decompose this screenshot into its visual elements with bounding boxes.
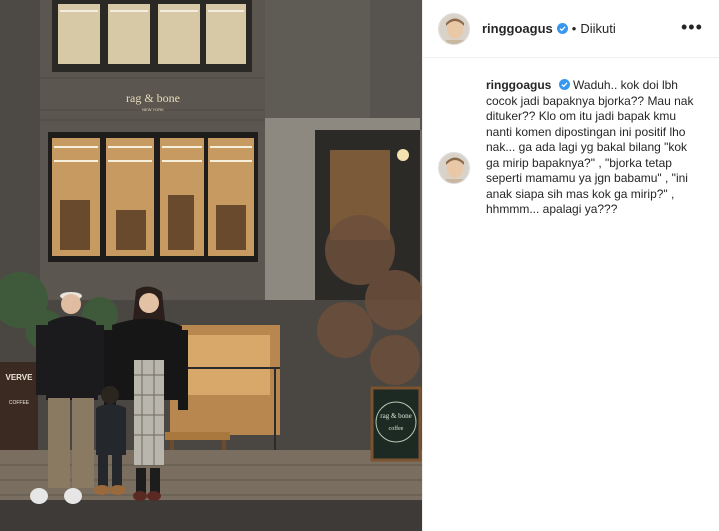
avatar[interactable] bbox=[438, 12, 470, 45]
store-sign: rag & bone bbox=[126, 91, 180, 105]
more-horizontal-icon[interactable]: ••• bbox=[681, 18, 702, 38]
verified-badge-icon bbox=[556, 23, 568, 34]
avatar-image bbox=[439, 13, 469, 44]
username[interactable]: ringgoagus bbox=[482, 21, 553, 36]
verified-badge-icon bbox=[558, 79, 570, 90]
follow-status-button[interactable]: Diikuti bbox=[580, 21, 615, 36]
storefront-image: rag & bone NEW YORK VERVE COFFEE rag & b… bbox=[0, 0, 422, 531]
store-sign-sub: NEW YORK bbox=[142, 107, 164, 112]
caption-comment: ringgoagus Waduh.. kok doi lbh cocok jad… bbox=[423, 58, 719, 218]
side-sign: VERVE bbox=[6, 373, 34, 382]
caption-text: ringgoagus Waduh.. kok doi lbh cocok jad… bbox=[486, 78, 703, 218]
separator-dot: • bbox=[571, 21, 577, 36]
post-photo: rag & bone NEW YORK VERVE COFFEE rag & b… bbox=[0, 0, 422, 531]
avatar-image bbox=[439, 153, 469, 183]
caption-avatar[interactable] bbox=[438, 152, 470, 184]
side-sign-item: COFFEE bbox=[9, 400, 30, 406]
caption-username[interactable]: ringgoagus bbox=[486, 78, 551, 92]
caption-body: Waduh.. kok doi lbh cocok jadi bapaknya … bbox=[486, 78, 694, 216]
post-sidebar: ringgoagus • Diikuti ••• ringgoagus Wadu… bbox=[422, 0, 719, 531]
post-header: ringgoagus • Diikuti ••• bbox=[423, 0, 719, 58]
chalkboard-text: rag & bone bbox=[380, 412, 412, 420]
chalkboard-sub: coffee bbox=[389, 425, 404, 432]
